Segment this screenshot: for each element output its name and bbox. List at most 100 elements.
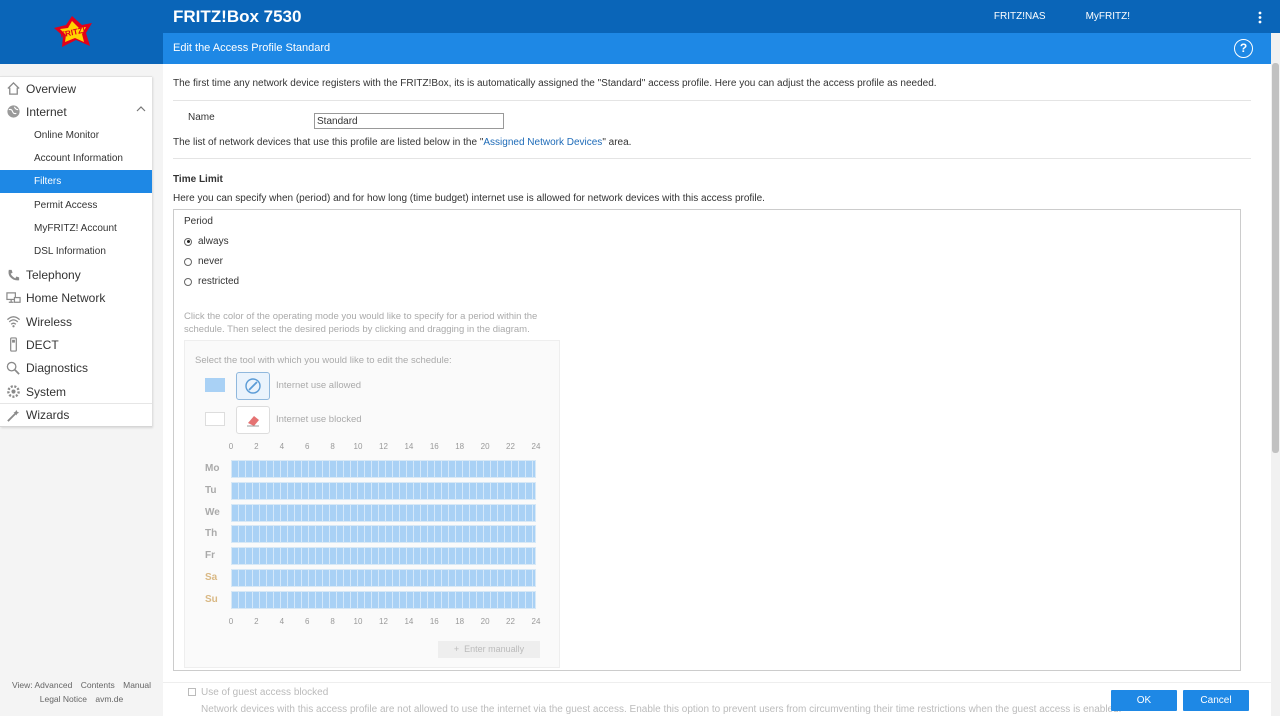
- globe-icon: [0, 104, 26, 119]
- tool-hint: Select the tool with which you would lik…: [195, 355, 452, 366]
- nav-telephony-label: Telephony: [26, 268, 81, 283]
- hour-tick: 20: [480, 442, 490, 451]
- help-icon[interactable]: ?: [1234, 39, 1253, 58]
- nav-account-information-label: Account Information: [34, 153, 123, 165]
- nav-dsl-information[interactable]: DSL Information: [0, 240, 152, 263]
- day-label: Tu: [205, 485, 217, 496]
- button-bar: OK Cancel: [163, 684, 1271, 716]
- period-always-label: always: [198, 236, 229, 247]
- myfritz-link[interactable]: MyFRITZ!: [1086, 11, 1130, 22]
- hour-tick: 4: [279, 442, 285, 451]
- page-title-bar: Edit the Access Profile Standard ?: [163, 33, 1271, 64]
- view-mode-link[interactable]: View: Advanced: [12, 680, 72, 690]
- nav-myfritz-account-label: MyFRITZ! Account: [34, 222, 117, 234]
- assigned-devices-link[interactable]: Assigned Network Devices: [483, 137, 602, 148]
- contents-link[interactable]: Contents: [81, 680, 115, 690]
- plus-icon: +: [453, 644, 465, 654]
- logo-area: FRITZ!: [0, 0, 163, 64]
- nav-account-information[interactable]: Account Information: [0, 147, 152, 170]
- period-never-radio[interactable]: never: [184, 256, 223, 267]
- scrollbar-thumb[interactable]: [1272, 63, 1279, 453]
- period-restricted-label: restricted: [198, 276, 240, 287]
- schedule-bar[interactable]: [231, 547, 536, 565]
- pencil-icon: [245, 378, 261, 394]
- day-label: Sa: [205, 572, 218, 583]
- schedule-row-th: Th: [185, 525, 545, 543]
- blocked-color-swatch: [205, 412, 225, 426]
- day-label: We: [205, 507, 220, 518]
- ok-button[interactable]: OK: [1111, 690, 1177, 711]
- manual-link[interactable]: Manual: [123, 680, 151, 690]
- enter-manually-label: Enter manually: [464, 644, 525, 654]
- chevron-up-icon[interactable]: [136, 105, 146, 113]
- fritz-logo[interactable]: FRITZ!: [52, 14, 94, 50]
- dect-handset-icon: [0, 337, 26, 353]
- schedule-bar[interactable]: [231, 482, 536, 500]
- nav-filters-label: Filters: [34, 176, 62, 188]
- nav-online-monitor-label: Online Monitor: [34, 129, 100, 141]
- more-menu-icon[interactable]: [1258, 11, 1262, 24]
- avm-link[interactable]: avm.de: [95, 694, 123, 704]
- period-always-radio[interactable]: always: [184, 236, 229, 247]
- nav-permit-access[interactable]: Permit Access: [0, 193, 152, 216]
- nav-online-monitor[interactable]: Online Monitor: [0, 124, 152, 147]
- nav-dect[interactable]: DECT: [0, 333, 152, 356]
- phone-icon: [0, 268, 26, 283]
- nav-myfritz-account[interactable]: MyFRITZ! Account: [0, 217, 152, 240]
- nav-overview[interactable]: Overview: [0, 77, 152, 100]
- cancel-button[interactable]: Cancel: [1183, 690, 1249, 711]
- nav-internet[interactable]: Internet: [0, 100, 152, 123]
- enter-manually-button[interactable]: + Enter manually: [438, 641, 540, 658]
- schedule-bar[interactable]: [231, 504, 536, 522]
- day-label: Su: [205, 594, 218, 605]
- nav-dsl-information-label: DSL Information: [34, 246, 106, 258]
- fritznas-link[interactable]: FRITZ!NAS: [994, 11, 1046, 22]
- nav-filters[interactable]: Filters: [0, 170, 152, 194]
- hour-tick: 22: [506, 442, 515, 451]
- period-label: Period: [184, 216, 213, 227]
- top-bar: FRITZ!Box 7530 FRITZ!NAS MyFRITZ!: [163, 0, 1280, 33]
- scrollbar[interactable]: [1271, 33, 1280, 716]
- hour-tick: 2: [254, 442, 259, 451]
- allowed-tool-label: Internet use allowed: [276, 380, 362, 391]
- nav-wizards[interactable]: Wizards: [0, 403, 152, 426]
- page-title: Edit the Access Profile Standard: [173, 42, 331, 54]
- hour-tick: 8: [330, 617, 335, 626]
- day-label: Th: [205, 528, 218, 539]
- top-links: FRITZ!NAS MyFRITZ!: [994, 0, 1280, 33]
- time-limit-desc: Here you can specify when (period) and f…: [173, 193, 765, 204]
- allowed-tool-button[interactable]: [236, 372, 270, 400]
- schedule-row-su: Su: [185, 591, 545, 609]
- blocked-tool-button[interactable]: [236, 406, 270, 434]
- network-icon: [0, 291, 26, 306]
- hour-scale-bottom: 0 2 4 6 8 10 12 14 16 18 20 22 24: [229, 617, 541, 627]
- footer-links: View: Advanced Contents Manual Legal Not…: [0, 678, 163, 706]
- profile-name-input[interactable]: [314, 113, 504, 129]
- schedule-row-tu: Tu: [185, 482, 545, 500]
- nav-internet-label: Internet: [26, 104, 67, 119]
- hour-tick: 12: [379, 442, 388, 451]
- nav-diagnostics[interactable]: Diagnostics: [0, 357, 152, 380]
- nav-wireless[interactable]: Wireless: [0, 310, 152, 333]
- hour-tick: 16: [429, 617, 439, 626]
- schedule-bar[interactable]: [231, 591, 536, 609]
- nav-telephony[interactable]: Telephony: [0, 263, 152, 286]
- nav-home-network[interactable]: Home Network: [0, 287, 152, 310]
- home-icon: [0, 81, 26, 96]
- hour-tick: 16: [429, 442, 439, 451]
- nav-system-label: System: [26, 384, 67, 399]
- left-pane: FRITZ! Overview Internet Online Monitor …: [0, 0, 163, 716]
- period-restricted-radio[interactable]: restricted: [184, 276, 239, 287]
- nav-permit-access-label: Permit Access: [34, 199, 98, 211]
- radio-unselected: [184, 277, 192, 286]
- schedule-row-mo: Mo: [185, 460, 545, 478]
- legal-notice-link[interactable]: Legal Notice: [40, 694, 87, 704]
- devices-text-pre: The list of network devices that use thi…: [173, 137, 484, 148]
- nav-system[interactable]: System: [0, 380, 152, 403]
- diagnostics-icon: [0, 361, 26, 376]
- schedule-bar[interactable]: [231, 569, 536, 587]
- main-content: The first time any network device regist…: [163, 64, 1271, 716]
- schedule-bar[interactable]: [231, 525, 536, 543]
- devices-text: The list of network devices that use thi…: [173, 137, 631, 148]
- schedule-bar[interactable]: [231, 460, 536, 478]
